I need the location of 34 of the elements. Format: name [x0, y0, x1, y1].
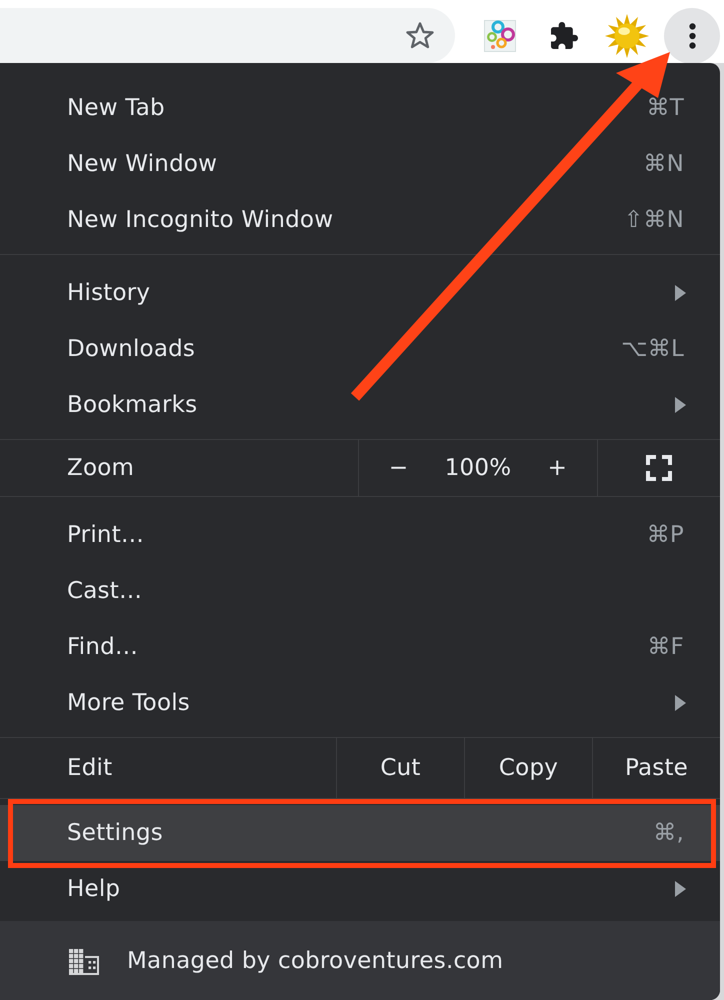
menu-item[interactable]: History: [0, 265, 720, 321]
shortcut-label: ⇧⌘N: [624, 207, 685, 233]
rings-icon[interactable]: [484, 20, 516, 52]
edit-action-button[interactable]: Copy: [464, 738, 592, 798]
managed-by-text: Managed by cobroventures.com: [127, 948, 504, 974]
shortcut-label: ⌘T: [646, 95, 685, 121]
star-icon[interactable]: [406, 22, 434, 49]
shortcut-label: ⌘N: [643, 151, 685, 177]
shortcut-label: ⌘P: [646, 522, 685, 548]
menu-item[interactable]: Cast…: [0, 563, 720, 619]
menu-item[interactable]: Print… ⌘P: [0, 507, 720, 563]
menu-item[interactable]: New Window ⌘N: [0, 136, 720, 192]
menu-item[interactable]: Find… ⌘F: [0, 619, 720, 675]
menu-item[interactable]: Settings ⌘,: [0, 805, 720, 861]
shortcut-label: ⌘,: [653, 820, 685, 846]
zoom-level: 100%: [444, 454, 512, 483]
building-icon: [69, 946, 99, 974]
menu-item[interactable]: Downloads ⌥⌘L: [0, 321, 720, 377]
zoom-label: Zoom: [66, 454, 136, 483]
menu-item[interactable]: New Tab ⌘T: [0, 80, 720, 136]
puzzle-icon[interactable]: [551, 22, 578, 49]
menu-icon: [688, 22, 696, 48]
fullscreen-icon: [646, 455, 672, 481]
menu-item[interactable]: More Tools: [0, 675, 720, 731]
menu-item[interactable]: New Incognito Window ⇧⌘N: [0, 192, 720, 248]
menu-item[interactable]: Help: [0, 861, 720, 917]
edit-action-button[interactable]: Paste: [592, 738, 720, 798]
edit-label: Edit: [66, 754, 114, 783]
menu-item[interactable]: Bookmarks: [0, 377, 720, 433]
shortcut-label: ⌘F: [647, 634, 685, 660]
shortcut-label: ⌥⌘L: [621, 336, 685, 362]
zoom-out-button[interactable]: −: [359, 440, 438, 496]
edit-action-button[interactable]: Cut: [336, 738, 464, 798]
zoom-in-button[interactable]: +: [518, 440, 597, 496]
